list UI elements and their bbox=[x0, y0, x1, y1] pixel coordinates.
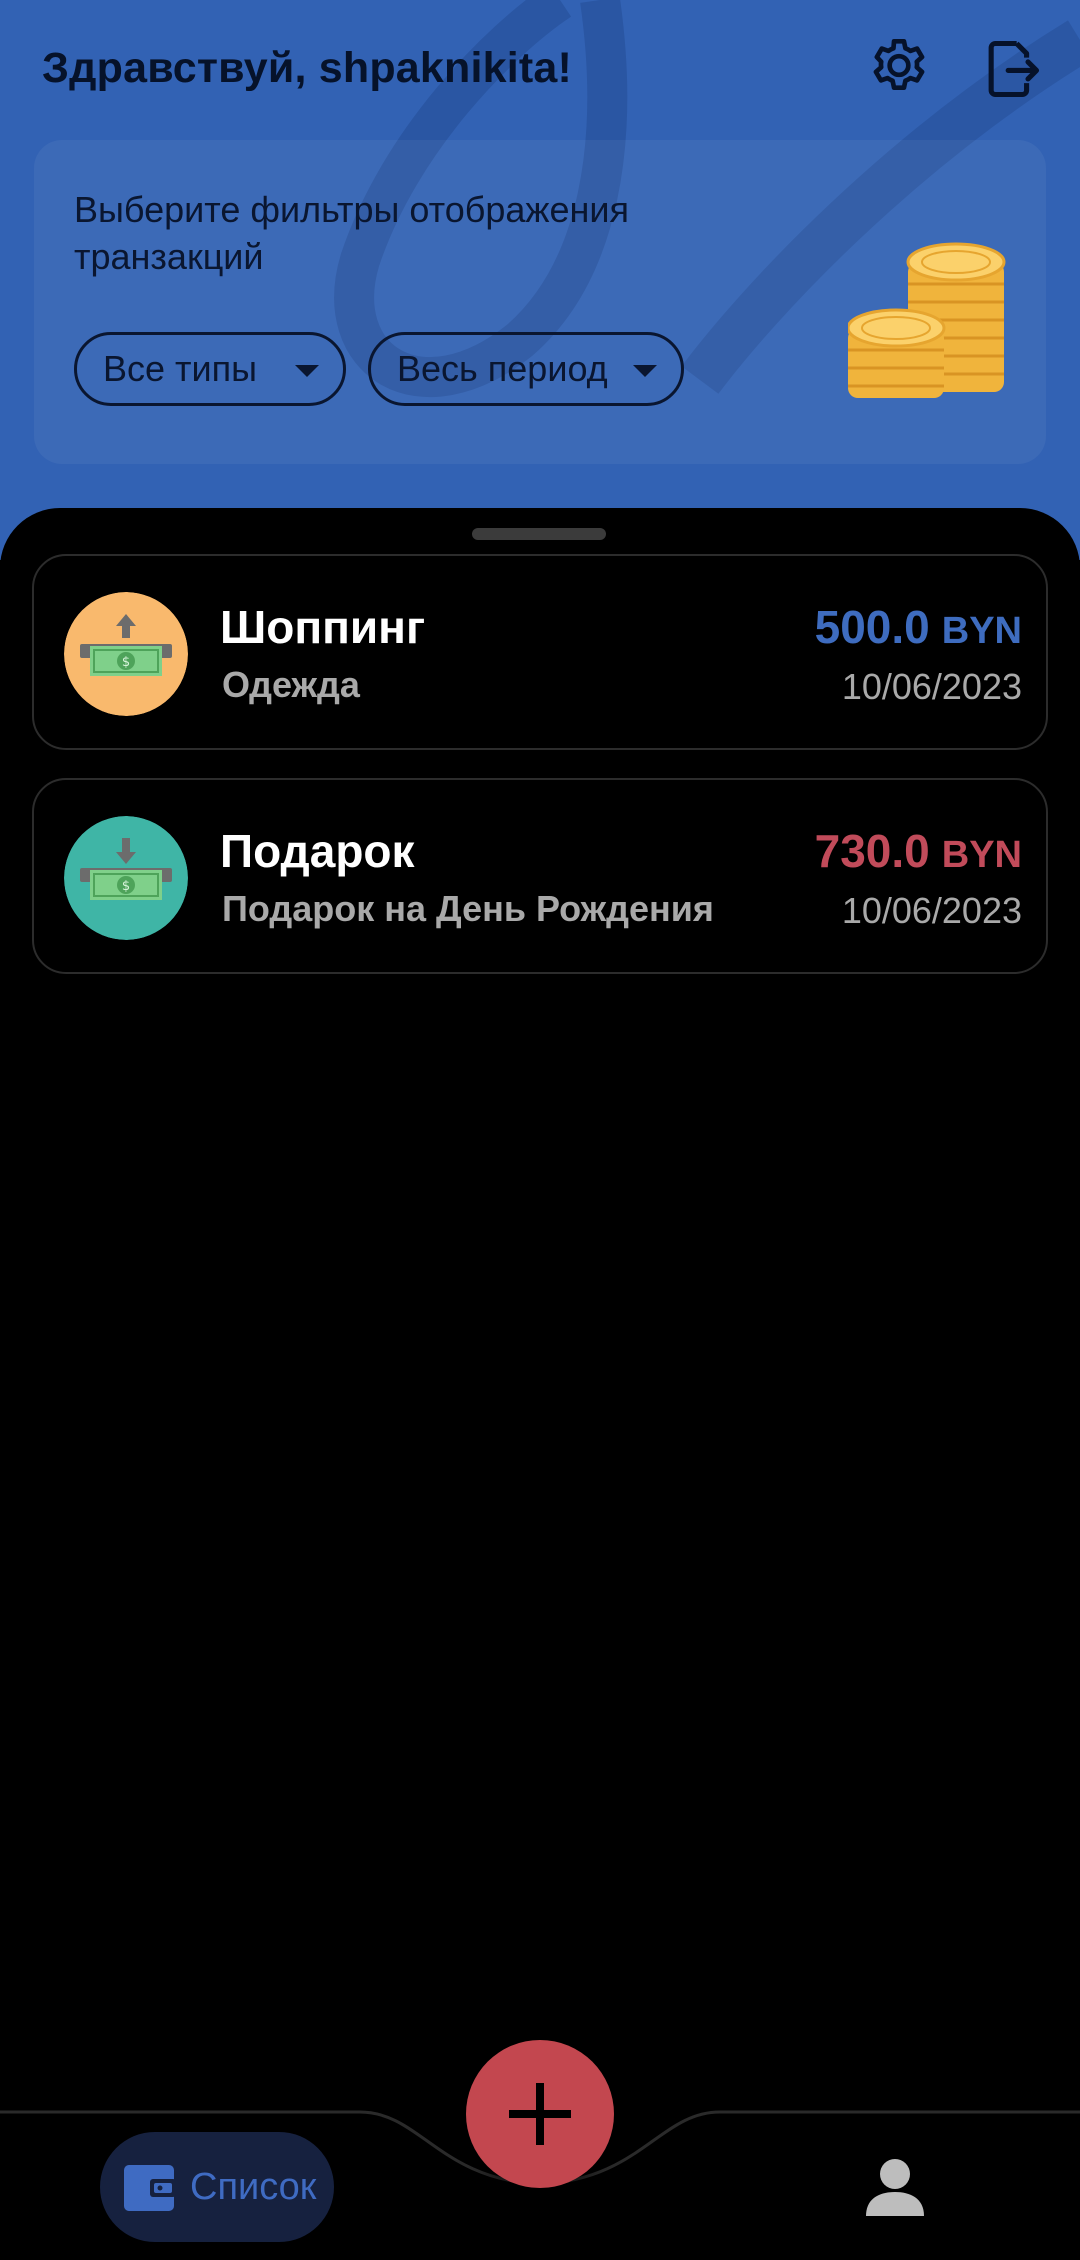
plus-icon bbox=[509, 2083, 571, 2145]
transaction-date: 10/06/2023 bbox=[841, 666, 1022, 707]
transaction-title: Подарок bbox=[220, 825, 415, 877]
settings-button[interactable] bbox=[856, 26, 942, 112]
transaction-avatar: $ bbox=[64, 592, 188, 716]
person-icon[interactable] bbox=[864, 2158, 926, 2218]
transaction-card[interactable]: $ Подарок Подарок на День Рождения 730.0… bbox=[32, 778, 1048, 974]
transaction-subtitle: Одежда bbox=[222, 664, 360, 705]
header: Здравствуй, shpaknikita! Выберите фильтр… bbox=[0, 0, 1080, 560]
logout-button[interactable] bbox=[968, 26, 1054, 112]
add-transaction-button[interactable] bbox=[466, 2040, 614, 2188]
transaction-card[interactable]: $ Шоппинг Одежда 500.0 BYN 10/06/2023 bbox=[32, 554, 1048, 750]
transaction-title: Шоппинг bbox=[220, 601, 426, 653]
amount-value: 730.0 bbox=[814, 825, 930, 877]
filter-hint: Выберите фильтры отображения транзакций bbox=[74, 189, 630, 277]
type-filter-label: Все типы bbox=[103, 348, 258, 389]
amount-currency: BYN bbox=[941, 834, 1022, 876]
cash-withdraw-icon: $ bbox=[64, 592, 188, 716]
gear-icon bbox=[873, 38, 925, 90]
nav-list-label: Список bbox=[190, 2165, 317, 2208]
type-filter-dropdown[interactable]: Все типы bbox=[74, 332, 346, 406]
chevron-down-icon bbox=[295, 365, 319, 377]
filter-card: Выберите фильтры отображения транзакций … bbox=[34, 140, 1046, 464]
sheet-drag-handle[interactable] bbox=[472, 528, 606, 540]
svg-text:$: $ bbox=[122, 655, 130, 670]
nav-item-list[interactable]: Список bbox=[100, 2132, 334, 2242]
period-filter-label: Весь период bbox=[397, 348, 608, 389]
transaction-amount: 500.0 BYN bbox=[815, 600, 1022, 654]
greeting-title: Здравствуй, shpaknikita! bbox=[42, 44, 573, 92]
amount-currency: BYN bbox=[941, 610, 1022, 652]
logout-icon bbox=[988, 40, 1040, 98]
cash-deposit-icon: $ bbox=[64, 816, 188, 940]
transaction-avatar: $ bbox=[64, 816, 188, 940]
transaction-subtitle: Подарок на День Рождения bbox=[222, 888, 714, 929]
transaction-date: 10/06/2023 bbox=[841, 890, 1022, 931]
chevron-down-icon bbox=[633, 365, 657, 377]
amount-value: 500.0 bbox=[814, 601, 930, 653]
coins-illustration bbox=[848, 242, 1006, 398]
period-filter-dropdown[interactable]: Весь период bbox=[368, 332, 684, 406]
transaction-amount: 730.0 BYN bbox=[815, 824, 1022, 878]
wallet-icon bbox=[124, 2165, 176, 2211]
svg-text:$: $ bbox=[122, 879, 130, 894]
